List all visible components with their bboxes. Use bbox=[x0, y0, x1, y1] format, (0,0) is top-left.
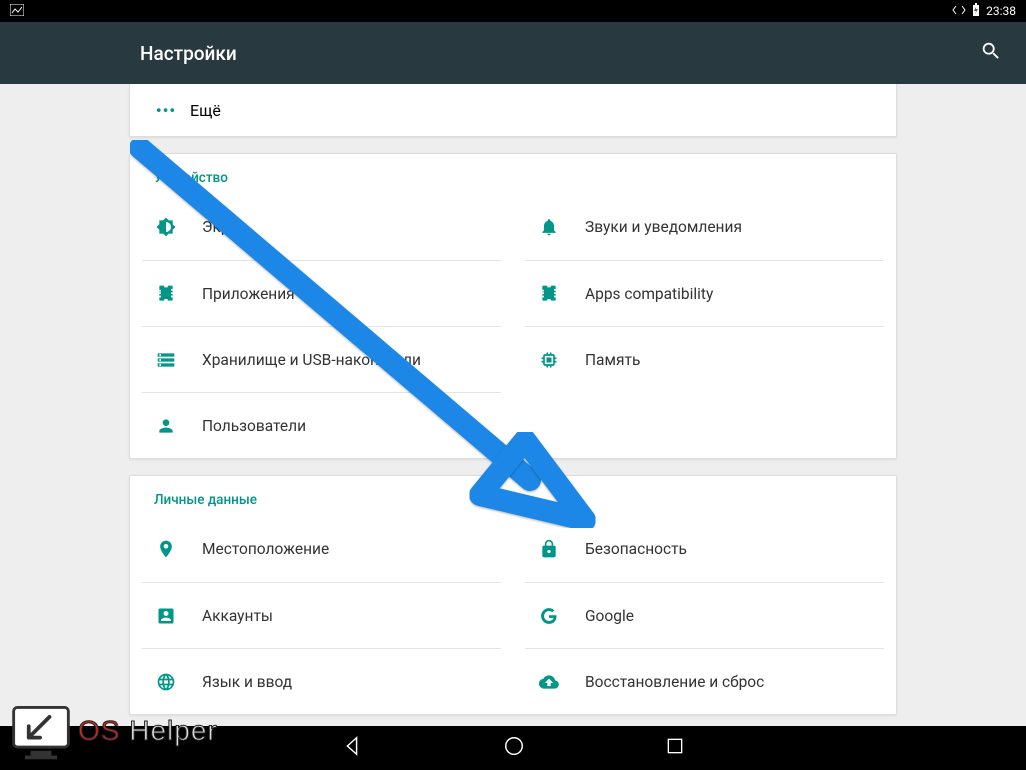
settings-item-backup[interactable]: Восстановление и сброс bbox=[525, 648, 884, 714]
nav-bar bbox=[0, 726, 1026, 770]
appcomp-icon bbox=[525, 284, 573, 304]
location-icon bbox=[142, 539, 190, 559]
title-bar: Настройки bbox=[0, 22, 1026, 84]
settings-item-location[interactable]: Местоположение bbox=[142, 516, 501, 582]
settings-item-storage[interactable]: Хранилище и USB-накопители bbox=[142, 326, 501, 392]
settings-item-label: Безопасность bbox=[585, 540, 687, 558]
status-bar: 23:38 bbox=[0, 0, 1026, 22]
settings-item-sound[interactable]: Звуки и уведомления bbox=[525, 194, 884, 260]
card-more: ••• Ещё bbox=[129, 84, 897, 137]
settings-item-label: Местоположение bbox=[202, 540, 329, 558]
sound-icon bbox=[525, 217, 573, 237]
storage-icon bbox=[142, 350, 190, 370]
settings-item-memory[interactable]: Память bbox=[525, 326, 884, 392]
settings-item-label: Хранилище и USB-накопители bbox=[202, 351, 421, 369]
settings-item-label: Звуки и уведомления bbox=[585, 218, 742, 236]
nav-home[interactable] bbox=[503, 735, 525, 761]
recents-icon bbox=[665, 736, 685, 756]
settings-item-google[interactable]: Google bbox=[525, 582, 884, 648]
security-icon bbox=[525, 539, 573, 559]
settings-item-label: Восстановление и сброс bbox=[585, 673, 764, 691]
settings-item-label: Google bbox=[585, 607, 634, 625]
settings-item-accounts[interactable]: Аккаунты bbox=[142, 582, 501, 648]
settings-item-label: Apps compatibility bbox=[585, 285, 713, 303]
settings-item-language[interactable]: Язык и ввод bbox=[142, 648, 501, 714]
battery-icon bbox=[972, 3, 980, 20]
memory-icon bbox=[525, 350, 573, 370]
users-icon bbox=[142, 416, 190, 436]
settings-item-label: Ещё bbox=[190, 101, 221, 120]
home-icon bbox=[503, 735, 525, 757]
section-header-personal: Личные данные bbox=[130, 476, 896, 516]
section-header-device: Устройство bbox=[130, 154, 896, 194]
settings-item-label: Аккаунты bbox=[202, 607, 273, 625]
settings-item-label: Экран bbox=[202, 218, 247, 236]
screenshot-icon bbox=[10, 4, 24, 19]
settings-item-security[interactable]: Безопасность bbox=[525, 516, 884, 582]
search-icon bbox=[980, 40, 1002, 62]
settings-item-label: Память bbox=[585, 351, 640, 369]
language-icon bbox=[142, 672, 190, 692]
display-icon bbox=[142, 217, 190, 237]
nav-back[interactable] bbox=[341, 735, 363, 761]
settings-item-appcomp[interactable]: Apps compatibility bbox=[525, 260, 884, 326]
accounts-icon bbox=[142, 606, 190, 626]
status-time: 23:38 bbox=[986, 4, 1016, 18]
settings-item-label: Приложения bbox=[202, 285, 295, 303]
page-title: Настройки bbox=[140, 42, 237, 65]
more-icon: ••• bbox=[156, 101, 176, 120]
nav-recents[interactable] bbox=[665, 736, 685, 760]
code-icon bbox=[952, 4, 966, 18]
settings-item-label: Пользователи bbox=[202, 417, 306, 435]
google-icon bbox=[525, 606, 573, 626]
apps-icon bbox=[142, 284, 190, 304]
back-icon bbox=[341, 735, 363, 757]
content-area: ••• Ещё Устройство Экран Приложения bbox=[0, 84, 1026, 726]
backup-icon bbox=[525, 672, 573, 692]
search-button[interactable] bbox=[980, 40, 1002, 66]
settings-item-display[interactable]: Экран bbox=[142, 194, 501, 260]
settings-item-more[interactable]: ••• Ещё bbox=[130, 84, 896, 136]
card-device: Устройство Экран Приложения Хранилище и … bbox=[129, 153, 897, 459]
settings-item-label: Язык и ввод bbox=[202, 673, 292, 691]
settings-item-users[interactable]: Пользователи bbox=[142, 392, 501, 458]
card-personal: Личные данные Местоположение Аккаунты Яз… bbox=[129, 475, 897, 715]
settings-item-apps[interactable]: Приложения bbox=[142, 260, 501, 326]
